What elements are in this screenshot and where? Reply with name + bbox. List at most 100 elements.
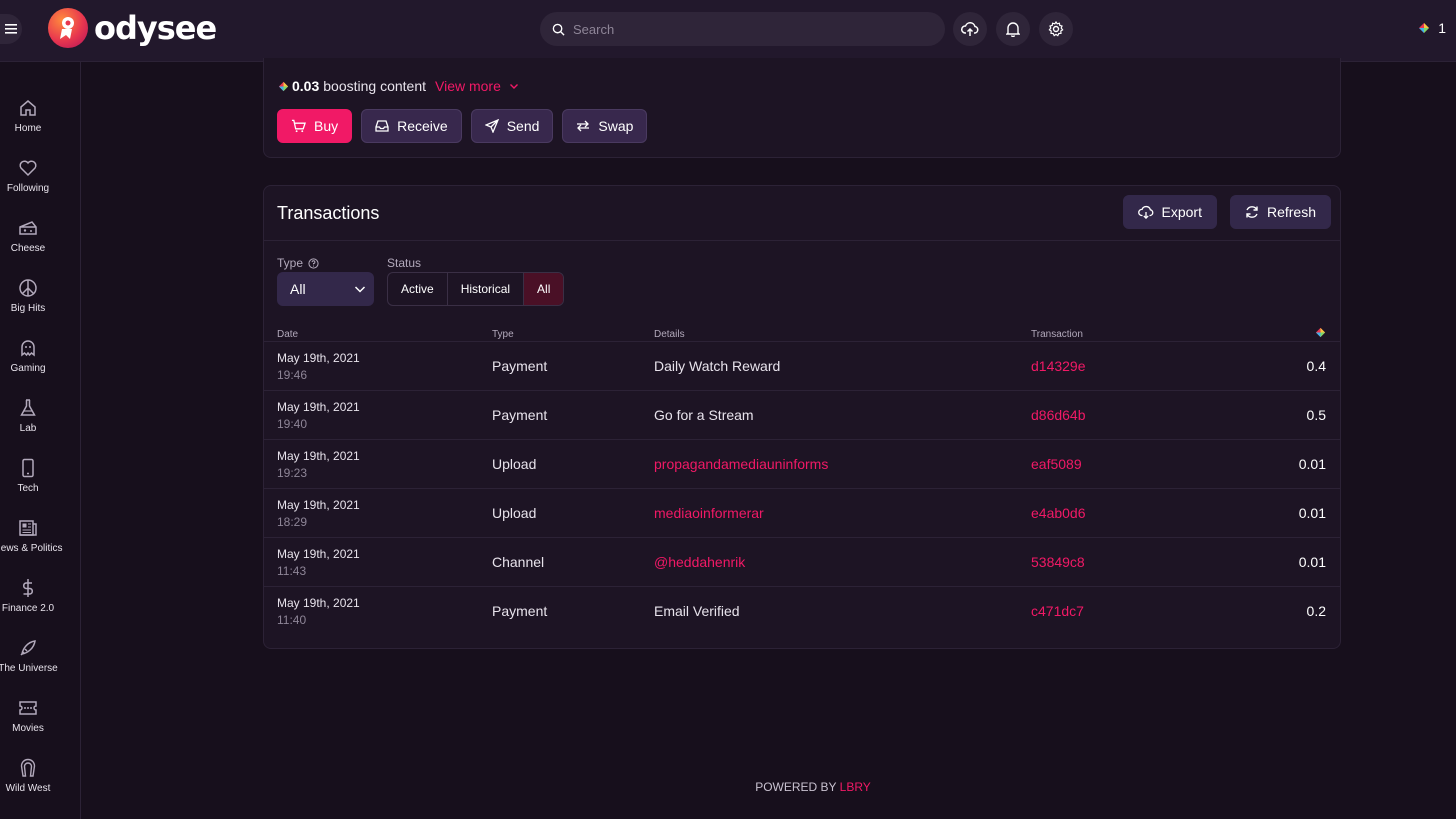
receive-button[interactable]: Receive	[361, 109, 462, 143]
search-icon	[552, 23, 565, 36]
details-link[interactable]: @heddahenrik	[654, 537, 1031, 587]
column-header-transaction[interactable]: Transaction	[1031, 327, 1211, 342]
sidebar-item-label: Lab	[19, 423, 37, 434]
sidebar-item-home[interactable]: Home	[0, 98, 56, 134]
date-cell: May 19th, 2021 18:29	[264, 488, 492, 538]
cart-icon	[291, 119, 306, 133]
time-text: 19:46	[277, 367, 308, 382]
column-header-details[interactable]: Details	[654, 327, 1031, 342]
send-label: Send	[506, 118, 540, 134]
date-cell: May 19th, 2021 19:46	[264, 341, 492, 391]
phone-icon	[22, 458, 34, 478]
sidebar-item-big-hits[interactable]: Big Hits	[0, 278, 56, 314]
type-select[interactable]: All	[277, 272, 374, 306]
status-all-button[interactable]: All	[524, 273, 564, 305]
notifications-button[interactable]	[996, 12, 1030, 46]
table-row: May 19th, 2021 19:40 Payment Go for a Str…	[264, 390, 1340, 440]
boost-amount: 0.03	[292, 78, 320, 94]
sidebar-item-label: The Universe	[0, 663, 58, 674]
upload-button[interactable]	[953, 12, 987, 46]
wallet-actions: Buy Receive Send Swap	[277, 109, 648, 143]
transactions-title: Transactions	[277, 203, 380, 223]
table-row: May 19th, 2021 18:29 Upload mediaoinforme…	[264, 488, 1340, 538]
status-historical-button[interactable]: Historical	[448, 273, 525, 305]
sidebar-item-the-universe[interactable]: The Universe	[0, 638, 58, 674]
buy-button[interactable]: Buy	[277, 109, 353, 143]
flask-icon	[20, 399, 36, 416]
amount-cell: 0.4	[1211, 341, 1340, 391]
export-label: Export	[1161, 204, 1202, 220]
sidebar-item-finance[interactable]: Finance 2.0	[0, 578, 56, 614]
type-cell: Channel	[492, 537, 654, 587]
type-filter-label: Type	[277, 256, 319, 270]
sidebar-item-lab[interactable]: Lab	[0, 398, 56, 434]
rocket-icon	[20, 640, 36, 656]
boosting-summary: 0.03 boosting content View more	[278, 78, 519, 94]
date-cell: May 19th, 2021 19:23	[264, 439, 492, 489]
transactions-actions: Export Refresh	[1122, 195, 1331, 229]
sidebar: Home Following Cheese Big Hits Gaming La…	[0, 62, 81, 819]
view-more-link[interactable]: View more	[435, 78, 519, 94]
date-cell: May 19th, 2021 11:40	[264, 587, 492, 636]
powered-by-text: POWERED BY	[755, 780, 837, 794]
menu-button[interactable]	[0, 14, 22, 44]
swap-button[interactable]: Swap	[562, 109, 648, 143]
table-row: May 19th, 2021 19:23 Upload propagandamed…	[264, 439, 1340, 489]
column-header-amount	[1211, 327, 1340, 342]
sidebar-item-gaming[interactable]: Gaming	[0, 338, 56, 374]
swap-label: Swap	[598, 118, 634, 134]
refresh-button[interactable]: Refresh	[1229, 195, 1331, 229]
details-link[interactable]: propagandamediauninforms	[654, 439, 1031, 489]
details-link[interactable]: mediaoinformerar	[654, 488, 1031, 538]
horseshoe-icon	[20, 758, 36, 777]
sidebar-item-cheese[interactable]: Cheese	[0, 218, 56, 254]
transaction-link[interactable]: d86d64b	[1031, 390, 1211, 440]
transaction-link[interactable]: 53849c8	[1031, 537, 1211, 587]
type-label-text: Type	[277, 256, 304, 270]
boost-text: boosting content	[323, 78, 426, 94]
lbry-link[interactable]: LBRY	[840, 780, 871, 794]
column-header-date[interactable]: Date	[264, 327, 492, 342]
logo[interactable]: odysee	[48, 8, 217, 48]
status-label-text: Status	[387, 256, 422, 270]
send-icon	[484, 119, 499, 133]
send-button[interactable]: Send	[470, 109, 554, 143]
type-cell: Payment	[492, 390, 654, 440]
transaction-link[interactable]: eaf5089	[1031, 439, 1211, 489]
amount-cell: 0.2	[1306, 603, 1326, 620]
transaction-link[interactable]: c471dc7	[1031, 587, 1211, 636]
ghost-icon	[21, 340, 35, 357]
sidebar-item-label: Gaming	[10, 363, 46, 374]
date-text: May 19th, 2021	[277, 497, 360, 512]
status-active-button[interactable]: Active	[388, 273, 448, 305]
transaction-link[interactable]: e4ab0d6	[1031, 488, 1211, 538]
cloud-download-icon	[1137, 205, 1153, 219]
column-header-type[interactable]: Type	[492, 327, 654, 342]
date-text: May 19th, 2021	[277, 399, 360, 414]
help-icon[interactable]	[308, 257, 319, 269]
hamburger-icon	[5, 24, 17, 34]
date-cell: May 19th, 2021 19:40	[264, 390, 492, 440]
transactions-card: Transactions Export Refresh Type All Sta…	[263, 185, 1341, 649]
inbox-icon	[375, 120, 389, 132]
sidebar-item-tech[interactable]: Tech	[0, 458, 56, 494]
sidebar-item-news-politics[interactable]: News & Politics	[0, 518, 62, 554]
sidebar-item-following[interactable]: Following	[0, 158, 56, 194]
wallet-balance[interactable]: 1	[1418, 20, 1446, 36]
table-row: May 19th, 2021 19:46 Payment Daily Watch …	[264, 341, 1340, 391]
table-header-row: Date Type Details Transaction	[264, 327, 1340, 342]
settings-button[interactable]	[1039, 12, 1073, 46]
date-text: May 19th, 2021	[277, 595, 360, 610]
ticket-icon	[19, 701, 37, 715]
search-input[interactable]	[573, 21, 923, 37]
search-bar[interactable]	[540, 12, 945, 46]
sidebar-item-movies[interactable]: Movies	[0, 698, 56, 734]
transaction-link[interactable]: d14329e	[1031, 341, 1211, 391]
footer: POWERED BY LBRY	[0, 780, 1456, 794]
table-row: May 19th, 2021 11:43 Channel @heddahenrik…	[264, 537, 1340, 587]
amount-cell: 0.01	[1211, 537, 1340, 587]
transactions-table: Date Type Details Transaction May 19th, …	[264, 327, 1340, 636]
sidebar-item-label: Cheese	[10, 243, 46, 254]
export-button[interactable]: Export	[1122, 195, 1217, 229]
time-text: 19:40	[277, 416, 308, 431]
